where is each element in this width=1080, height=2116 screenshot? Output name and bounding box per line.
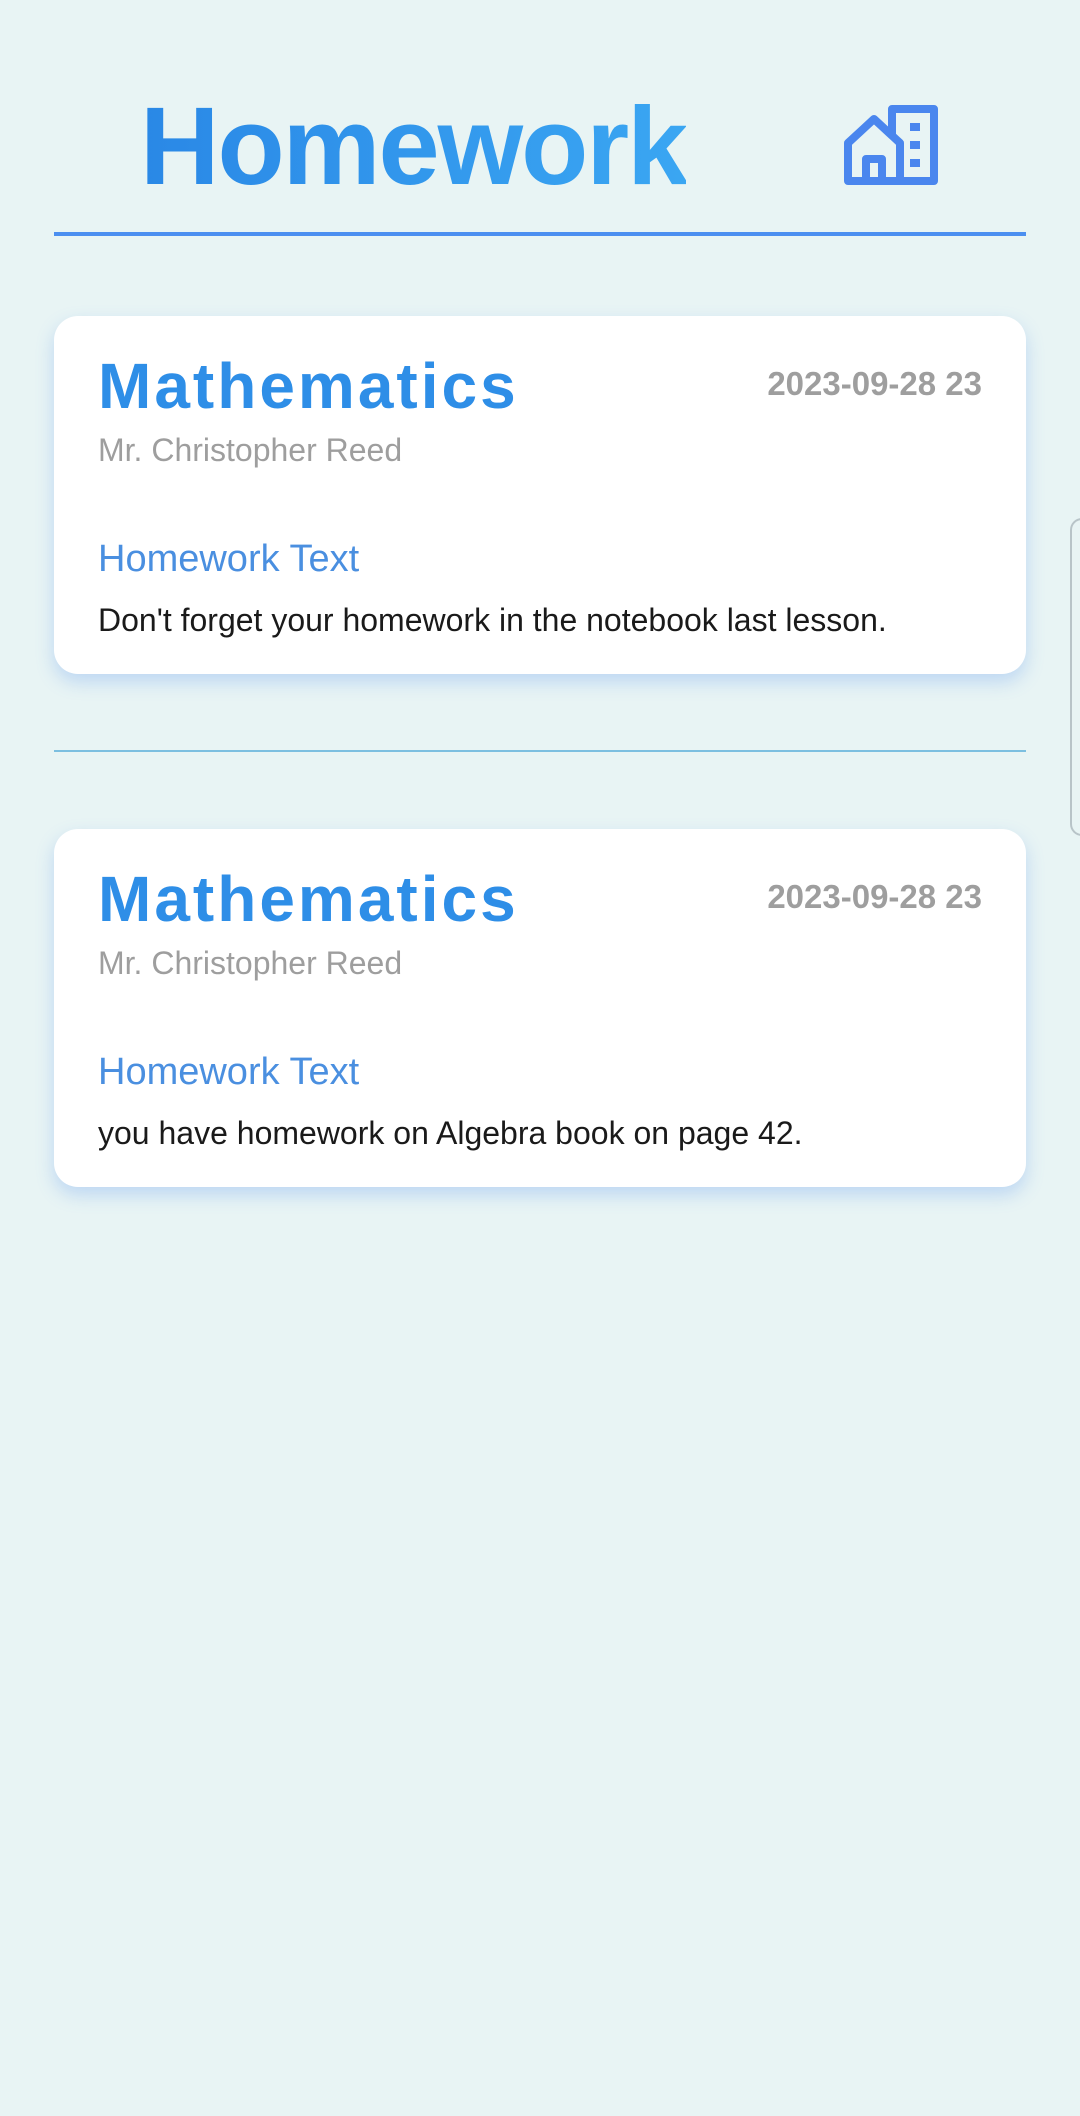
subject-title: Mathematics bbox=[98, 350, 519, 422]
homework-card[interactable]: Mathematics 2023-09-28 23 Mr. Christophe… bbox=[54, 316, 1026, 674]
teacher-name: Mr. Christopher Reed bbox=[98, 432, 403, 468]
homework-card[interactable]: Mathematics 2023-09-28 23 Mr. Christophe… bbox=[54, 829, 1026, 1187]
homework-date: 2023-09-28 23 bbox=[767, 878, 982, 915]
home-building-icon[interactable] bbox=[844, 105, 938, 185]
card-divider bbox=[54, 750, 1026, 752]
app-header: Homework bbox=[54, 0, 1026, 236]
homework-text: Don't forget your homework in the notebo… bbox=[98, 602, 887, 638]
homework-text: you have homework on Algebra book on pag… bbox=[98, 1115, 803, 1151]
homework-date: 2023-09-28 23 bbox=[767, 365, 982, 402]
homework-text-label: Homework Text bbox=[98, 1051, 360, 1093]
page-title: Homework bbox=[140, 82, 688, 212]
teacher-name: Mr. Christopher Reed bbox=[98, 945, 403, 981]
homework-text-label: Homework Text bbox=[98, 538, 360, 580]
edge-panel-handle[interactable] bbox=[1070, 518, 1080, 836]
subject-title: Mathematics bbox=[98, 863, 519, 935]
